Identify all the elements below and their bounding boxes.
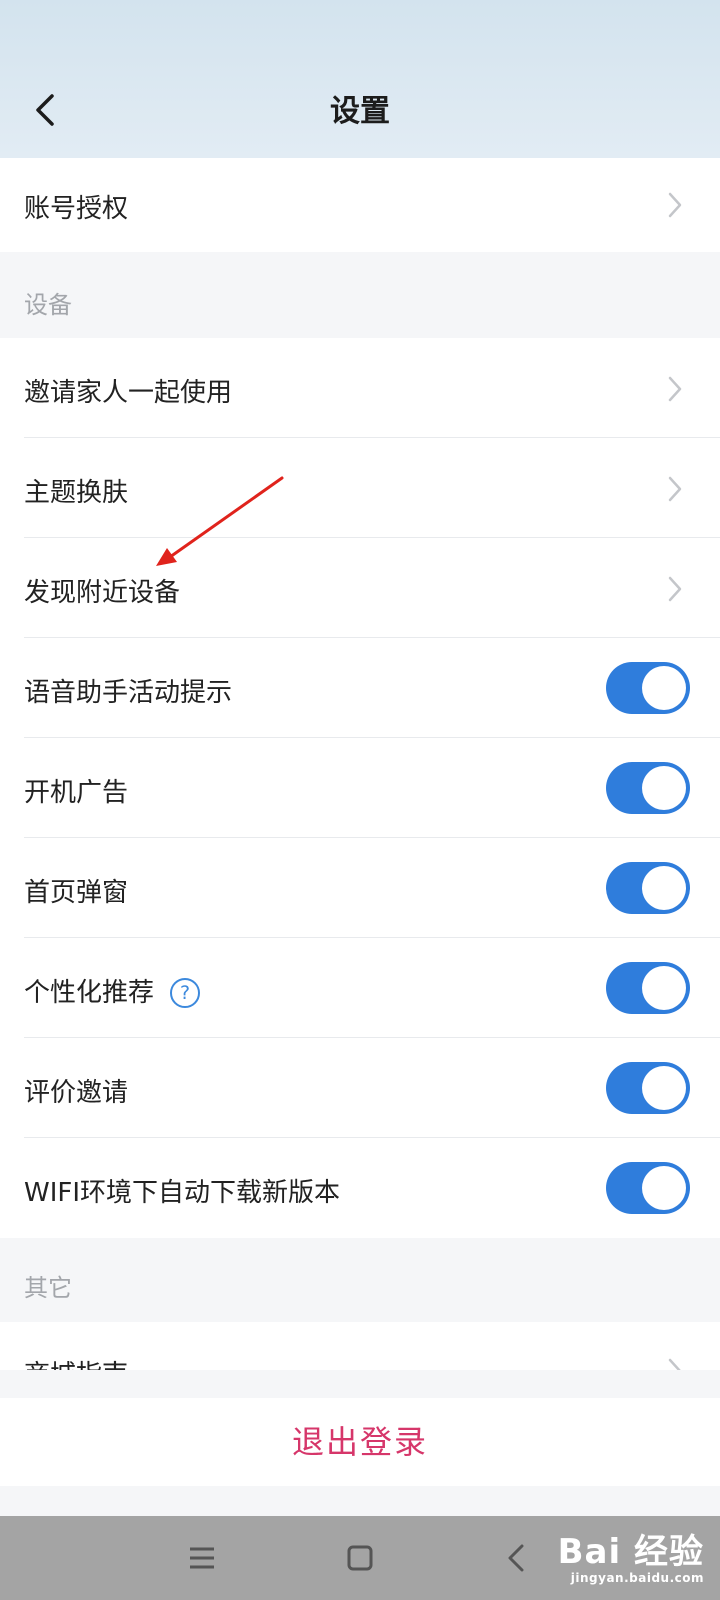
home-button[interactable] — [340, 1538, 380, 1578]
logout-button[interactable]: 退出登录 — [0, 1398, 720, 1486]
chevron-right-icon — [668, 576, 682, 602]
menu-icon — [190, 1547, 214, 1569]
header-bar: 设置 — [0, 0, 720, 158]
settings-item-label: 邀请家人一起使用 — [24, 378, 233, 408]
toggle-knob — [642, 866, 686, 910]
settings-item-label-wrap: 个性化推荐? — [24, 972, 201, 1009]
chevron-right-icon — [668, 192, 682, 218]
system-navigation-bar: Bai 经验 jingyan.baidu.com — [0, 1516, 720, 1600]
settings-item-label: 语音助手活动提示 — [24, 678, 233, 708]
settings-item-voice-assistant-tips: 语音助手活动提示 — [0, 638, 720, 738]
toggle-switch[interactable] — [606, 762, 690, 814]
settings-item-mall-guide[interactable]: 商城指南 — [0, 1322, 720, 1370]
toggle-knob — [642, 1066, 686, 1110]
settings-item-label: 商城指南 — [24, 1354, 128, 1370]
home-square-icon — [347, 1545, 373, 1571]
menu-button[interactable] — [182, 1538, 222, 1578]
settings-item-label: 开机广告 — [24, 778, 129, 808]
settings-item-theme[interactable]: 主题换肤 — [0, 438, 720, 538]
settings-item-personalized-recommendation: 个性化推荐? — [0, 938, 720, 1038]
baidu-jingyan-watermark: Bai 经验 jingyan.baidu.com — [558, 1524, 704, 1585]
page-title: 设置 — [330, 94, 390, 129]
toggle-knob — [642, 1166, 686, 1210]
nav-back-icon — [508, 1544, 524, 1572]
settings-item-nearby-devices[interactable]: 发现附近设备 — [0, 538, 720, 638]
toggle-switch[interactable] — [606, 962, 690, 1014]
settings-item-label: 评价邀请 — [24, 1078, 129, 1108]
toggle-knob — [642, 666, 686, 710]
logout-label: 退出登录 — [291, 1423, 428, 1461]
settings-item-home-popup: 首页弹窗 — [0, 838, 720, 938]
chevron-right-icon — [668, 1358, 681, 1370]
section-header-device: 设备 — [24, 291, 72, 319]
help-icon[interactable]: ? — [170, 978, 201, 1008]
settings-item-boot-ad: 开机广告 — [0, 738, 720, 838]
toggle-switch[interactable] — [606, 1162, 690, 1214]
settings-item-wifi-auto-update: WIFI环境下自动下载新版本 — [0, 1138, 720, 1238]
chevron-right-icon — [668, 476, 682, 502]
toggle-knob — [642, 766, 686, 810]
chevron-right-icon — [668, 376, 682, 402]
settings-item-label: 主题换肤 — [24, 478, 129, 508]
settings-item-label: WIFI环境下自动下载新版本 — [24, 1178, 340, 1208]
settings-item-label: 个性化推荐 — [24, 978, 155, 1008]
settings-item-label: 发现附近设备 — [24, 578, 181, 608]
settings-item-invite-family[interactable]: 邀请家人一起使用 — [0, 338, 720, 438]
toggle-knob — [642, 966, 686, 1010]
settings-item-account[interactable]: 账号授权 — [0, 158, 720, 252]
section-header-other: 其它 — [24, 1274, 72, 1302]
settings-item-review-invite: 评价邀请 — [0, 1038, 720, 1138]
watermark-logo-text: Bai 经验 — [557, 1532, 704, 1572]
settings-item-label: 首页弹窗 — [24, 878, 129, 908]
toggle-switch[interactable] — [606, 1062, 690, 1114]
settings-item-label: 账号授权 — [24, 194, 129, 224]
watermark-url: jingyan.baidu.com — [570, 1571, 704, 1585]
nav-back-button[interactable] — [496, 1538, 536, 1578]
toggle-switch[interactable] — [606, 862, 690, 914]
toggle-switch[interactable] — [606, 662, 690, 714]
